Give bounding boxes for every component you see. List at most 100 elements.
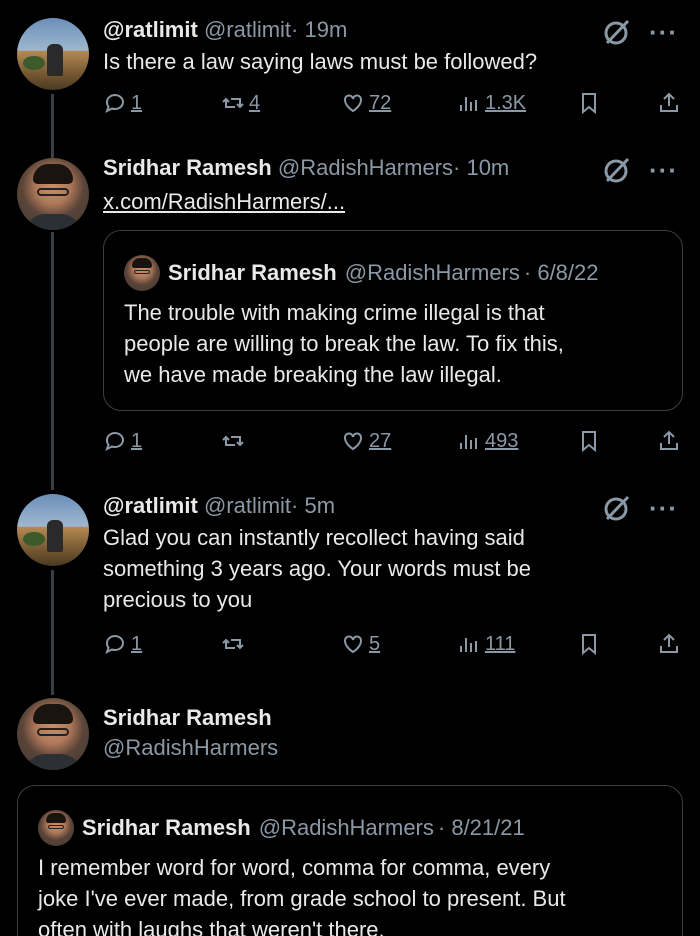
share-icon bbox=[660, 430, 678, 450]
repost-button[interactable] bbox=[221, 632, 245, 656]
grok-icon[interactable] bbox=[603, 494, 631, 522]
reply-button[interactable]: 1 bbox=[103, 632, 142, 656]
timestamp[interactable]: · 10m bbox=[453, 155, 509, 180]
quoted-tweet-header: Sridhar Ramesh @RadishHarmers · 8/21/21 bbox=[38, 810, 525, 846]
author-handle: @RadishHarmers bbox=[344, 260, 520, 285]
more-icon[interactable]: ··· bbox=[649, 19, 678, 45]
timestamp[interactable]: · 19m bbox=[291, 17, 347, 42]
reply-button[interactable]: 1 bbox=[103, 91, 142, 115]
text-line: Glad you can instantly recollect having … bbox=[103, 525, 525, 550]
tweet-text: Is there a law saying laws must be follo… bbox=[103, 49, 538, 74]
views-icon bbox=[460, 97, 477, 111]
repost-count: 4 bbox=[249, 91, 261, 114]
grok-icon[interactable] bbox=[603, 18, 631, 46]
author-handle[interactable]: @ratlimit bbox=[204, 17, 291, 42]
tweet-header: Sridhar Ramesh @RadishHarmers· 10m bbox=[103, 154, 509, 182]
reply-icon bbox=[105, 432, 124, 452]
author-handle: @RadishHarmers bbox=[258, 815, 434, 840]
reply-icon bbox=[105, 94, 124, 114]
more-icon[interactable]: ··· bbox=[649, 495, 678, 521]
text-line: I remember word for word, comma for comm… bbox=[38, 855, 551, 880]
tweet-text: Glad you can instantly recollect having … bbox=[103, 522, 531, 615]
views-icon bbox=[460, 638, 477, 652]
views-button[interactable]: 111 bbox=[457, 632, 515, 656]
share-button[interactable] bbox=[657, 429, 681, 453]
avatar bbox=[124, 255, 160, 291]
avatar[interactable] bbox=[17, 18, 89, 90]
tweet-header: @ratlimit @ratlimit· 5m bbox=[103, 492, 335, 520]
thread-connector bbox=[51, 570, 54, 695]
like-button[interactable]: 27 bbox=[341, 429, 391, 453]
text-line: joke I've ever made, from grade school t… bbox=[38, 886, 566, 911]
tweet-top-icons: ··· bbox=[603, 156, 678, 184]
text-line: often with laughs that weren't there. bbox=[38, 917, 385, 936]
like-count: 27 bbox=[369, 429, 392, 452]
timestamp: · 8/21/21 bbox=[437, 815, 525, 840]
repost-button[interactable]: 4 bbox=[221, 91, 260, 115]
repost-icon bbox=[222, 435, 244, 447]
tweet-actions: 1 5 111 bbox=[103, 632, 683, 662]
bookmark-button[interactable] bbox=[577, 91, 601, 115]
views-icon bbox=[460, 435, 477, 449]
author-name[interactable]: Sridhar Ramesh bbox=[103, 155, 272, 180]
quoted-tweet[interactable]: Sridhar Ramesh @RadishHarmers · 8/21/21 I… bbox=[17, 785, 683, 936]
views-button[interactable]: 1.3K bbox=[457, 91, 526, 115]
like-button[interactable]: 5 bbox=[341, 632, 380, 656]
author-name[interactable]: @ratlimit bbox=[103, 493, 198, 518]
share-icon bbox=[660, 633, 678, 653]
link[interactable]: x.com/RadishHarmers/... bbox=[103, 189, 345, 214]
timestamp[interactable]: · 5m bbox=[291, 493, 335, 518]
avatar[interactable] bbox=[17, 158, 89, 230]
bookmark-button[interactable] bbox=[577, 429, 601, 453]
bookmark-icon bbox=[582, 634, 596, 656]
tweet-top-icons: ··· bbox=[603, 18, 678, 46]
tweet-actions: 1 4 72 1.3K bbox=[103, 91, 683, 121]
author-handle[interactable]: @RadishHarmers bbox=[278, 155, 453, 180]
text-line: something 3 years ago. Your words must b… bbox=[103, 556, 532, 581]
tweet-top-icons: ··· bbox=[603, 494, 678, 522]
repost-icon bbox=[222, 97, 244, 109]
avatar[interactable] bbox=[17, 494, 89, 566]
bookmark-button[interactable] bbox=[577, 632, 601, 656]
quoted-tweet-text: I remember word for word, comma for comm… bbox=[38, 852, 566, 936]
views-button[interactable]: 493 bbox=[457, 429, 518, 453]
views-count: 493 bbox=[485, 429, 519, 452]
text-line: The trouble with making crime illegal is… bbox=[124, 300, 545, 325]
thread-connector bbox=[51, 232, 54, 490]
timestamp: · 6/8/22 bbox=[523, 260, 599, 285]
share-button[interactable] bbox=[657, 91, 681, 115]
like-count: 72 bbox=[369, 91, 392, 114]
avatar[interactable] bbox=[17, 698, 89, 770]
thread-connector bbox=[51, 94, 54, 158]
reply-button[interactable]: 1 bbox=[103, 429, 142, 453]
author-name[interactable]: @ratlimit bbox=[103, 17, 198, 42]
heart-icon bbox=[344, 635, 362, 654]
author-handle[interactable]: @RadishHarmers bbox=[103, 735, 278, 760]
repost-icon bbox=[222, 638, 244, 650]
author-handle[interactable]: @ratlimit bbox=[204, 493, 291, 518]
views-count: 1.3K bbox=[485, 91, 527, 114]
like-button[interactable]: 72 bbox=[341, 91, 391, 115]
text-line: we have made breaking the law illegal. bbox=[124, 362, 502, 387]
author-name[interactable]: Sridhar Ramesh bbox=[103, 705, 272, 730]
share-button[interactable] bbox=[657, 632, 681, 656]
text-line: precious to you bbox=[103, 587, 253, 612]
views-count: 111 bbox=[485, 632, 516, 655]
reply-count: 1 bbox=[131, 632, 143, 655]
share-icon bbox=[660, 92, 678, 112]
quoted-tweet-header: Sridhar Ramesh @RadishHarmers · 6/8/22 bbox=[124, 255, 599, 291]
tweet-header: @ratlimit @ratlimit· 19m bbox=[103, 16, 347, 44]
grok-icon[interactable] bbox=[603, 156, 631, 184]
avatar bbox=[38, 810, 74, 846]
heart-icon bbox=[344, 94, 362, 113]
tweet-actions: 1 27 493 bbox=[103, 429, 683, 459]
main-author-name-row: Sridhar Ramesh bbox=[103, 704, 272, 732]
tweet-link: x.com/RadishHarmers/... bbox=[103, 186, 345, 217]
quoted-tweet[interactable]: Sridhar Ramesh @RadishHarmers · 6/8/22 Th… bbox=[103, 230, 683, 411]
main-author-handle-row: @RadishHarmers bbox=[103, 734, 278, 762]
repost-button[interactable] bbox=[221, 429, 245, 453]
author-name: Sridhar Ramesh bbox=[82, 815, 251, 840]
author-name: Sridhar Ramesh bbox=[168, 260, 337, 285]
reply-icon bbox=[105, 635, 124, 655]
more-icon[interactable]: ··· bbox=[649, 157, 678, 183]
